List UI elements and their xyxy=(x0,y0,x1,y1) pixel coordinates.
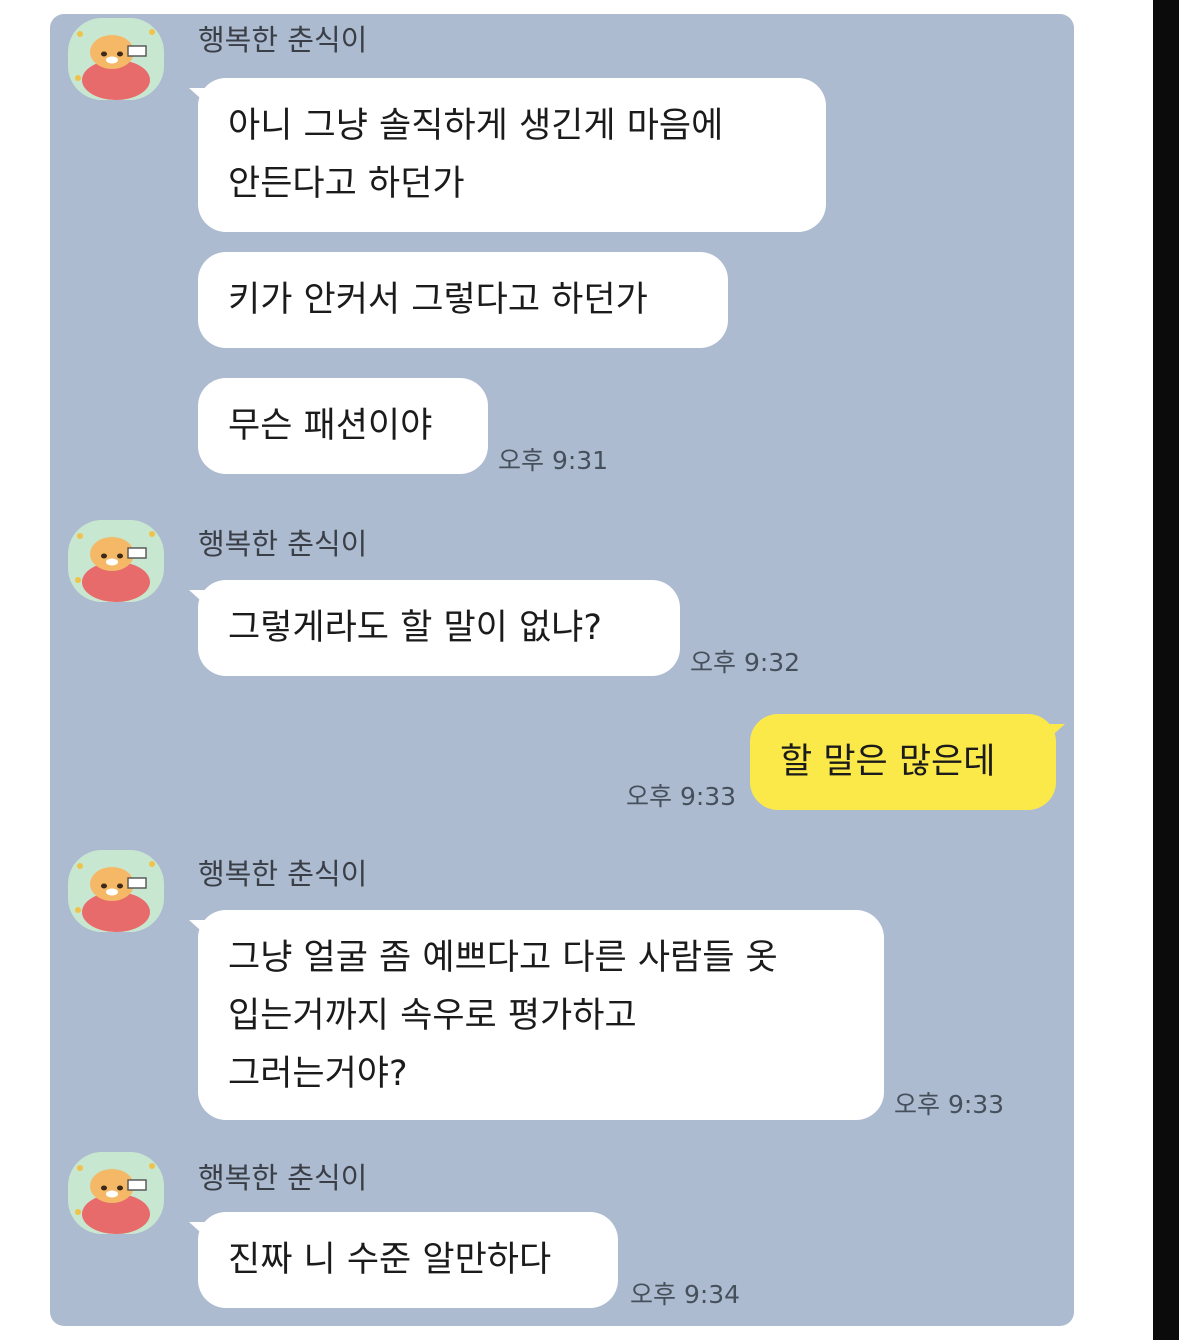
message-timestamp: 오후 9:33 xyxy=(894,1090,1005,1119)
right-edge-bar xyxy=(1153,0,1179,1340)
message-line: 그렇게라도 할 말이 없냐? xyxy=(228,608,602,648)
message-line: 그러는거야? xyxy=(228,1054,408,1094)
message-bubble[interactable]: 키가 안커서 그렇다고 하던가 xyxy=(198,252,728,348)
choonsik-sleeping-avatar-icon[interactable] xyxy=(68,1152,164,1234)
message-timestamp: 오후 9:34 xyxy=(630,1280,741,1309)
chat-panel[interactable]: 행복한 춘식이 아니 그냥 솔직하게 생긴게 마음에 안든다고 하던가 키가 안… xyxy=(50,14,1074,1326)
sender-name: 행복한 춘식이 xyxy=(198,527,368,561)
sender-name: 행복한 춘식이 xyxy=(198,857,368,891)
message-timestamp: 오후 9:33 xyxy=(626,782,737,811)
message-bubble[interactable]: 진짜 니 수준 알만하다 xyxy=(189,1212,618,1308)
message-timestamp: 오후 9:32 xyxy=(690,648,801,677)
sender-name: 행복한 춘식이 xyxy=(198,23,368,57)
my-message-bubble[interactable]: 할 말은 많은데 xyxy=(750,714,1065,810)
message-line: 입는거까지 속우로 평가하고 xyxy=(228,996,637,1036)
message-line: 안든다고 하던가 xyxy=(228,164,465,204)
message-bubble[interactable]: 그냥 얼굴 좀 예쁘다고 다른 사람들 옷 입는거까지 속우로 평가하고 그러는… xyxy=(189,910,884,1120)
message-bubble[interactable]: 아니 그냥 솔직하게 생긴게 마음에 안든다고 하던가 xyxy=(189,78,826,232)
message-bubble[interactable]: 그렇게라도 할 말이 없냐? xyxy=(189,580,680,676)
choonsik-sleeping-avatar-icon[interactable] xyxy=(68,520,164,602)
message-bubble[interactable]: 무슨 패션이야 xyxy=(198,378,488,474)
message-line: 그냥 얼굴 좀 예쁘다고 다른 사람들 옷 xyxy=(228,938,778,978)
sender-name: 행복한 춘식이 xyxy=(198,1161,368,1195)
choonsik-sleeping-avatar-icon[interactable] xyxy=(68,850,164,932)
message-line: 무슨 패션이야 xyxy=(228,406,433,446)
message-line: 키가 안커서 그렇다고 하던가 xyxy=(228,280,648,320)
message-line: 아니 그냥 솔직하게 생긴게 마음에 xyxy=(228,106,724,146)
message-line: 진짜 니 수준 알만하다 xyxy=(228,1240,552,1280)
message-line: 할 말은 많은데 xyxy=(780,742,996,782)
message-timestamp: 오후 9:31 xyxy=(498,446,609,475)
choonsik-sleeping-avatar-icon[interactable] xyxy=(68,18,164,100)
